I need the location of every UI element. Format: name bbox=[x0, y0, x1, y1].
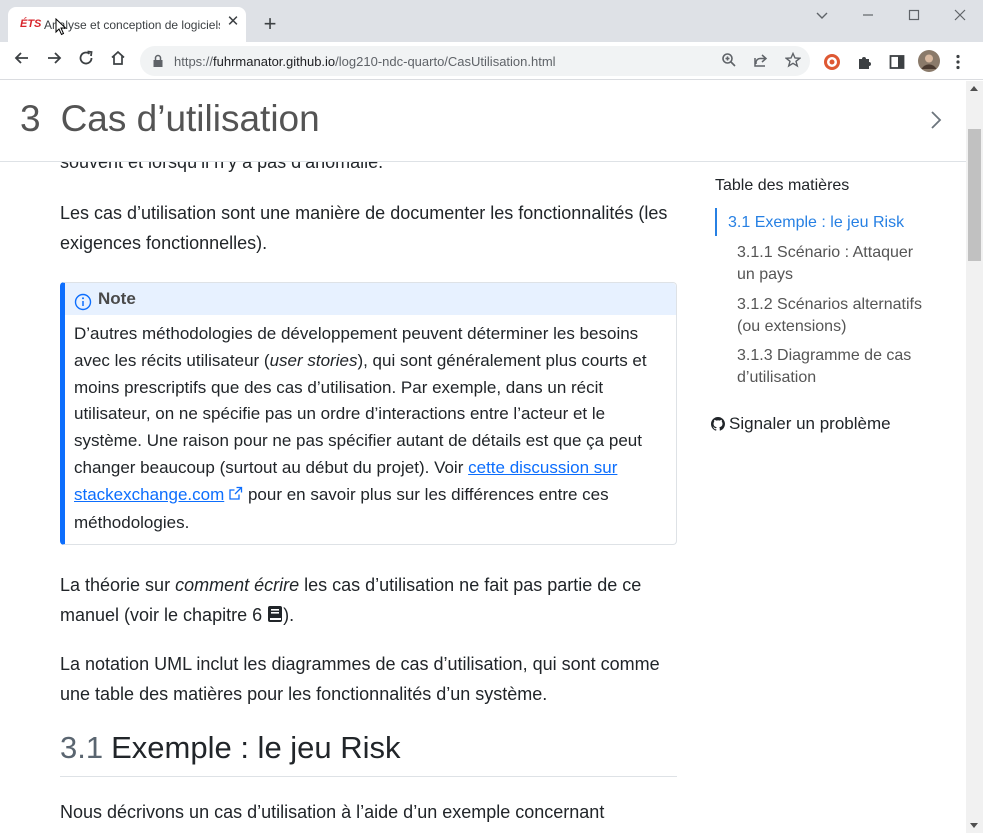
page-header: 3 Cas d’utilisation bbox=[0, 81, 966, 162]
paragraph-text: La théorie sur bbox=[60, 575, 176, 595]
mouse-cursor-icon bbox=[55, 17, 67, 41]
paragraph-example: Nous décrivons un cas d’utilisation à l’… bbox=[60, 802, 605, 822]
toc-item-3-1-3[interactable]: 3.1.3 Diagramme de cas d’utilisation bbox=[737, 345, 933, 389]
page-title: 3 Cas d’utilisation bbox=[20, 98, 320, 140]
callout-body: D’autres méthodologies de développement … bbox=[74, 321, 669, 536]
browser-toolbar: https://fuhrmanator.github.io/log210-ndc… bbox=[0, 42, 983, 80]
tab-favicon: ÉTS bbox=[20, 18, 42, 30]
profile-avatar[interactable] bbox=[918, 50, 940, 72]
back-button[interactable] bbox=[10, 49, 34, 73]
maximize-icon[interactable] bbox=[904, 8, 924, 24]
toc-item-3-1-2[interactable]: 3.1.2 Scénarios alternatifs (ou extensio… bbox=[737, 294, 933, 338]
chevron-right-icon[interactable] bbox=[926, 108, 946, 132]
section-heading: 3.1 Exemple : le jeu Risk bbox=[60, 728, 677, 777]
tab-close-icon[interactable]: ✕ bbox=[224, 13, 242, 31]
tab-search-icon[interactable] bbox=[812, 8, 832, 24]
page-viewport: 3 Cas d’utilisation souvent et lorsqu’il … bbox=[0, 81, 966, 833]
callout-title: Note bbox=[98, 289, 136, 308]
toc-item-3-1-1[interactable]: 3.1.1 Scénario : Attaquer un pays bbox=[737, 242, 933, 286]
home-button[interactable] bbox=[106, 49, 130, 73]
zoom-icon[interactable] bbox=[720, 52, 738, 70]
chapter-title: Cas d’utilisation bbox=[60, 98, 320, 139]
paragraph-emphasis: comment écrire bbox=[175, 575, 300, 595]
section-title: Exemple : le jeu Risk bbox=[111, 730, 401, 765]
toc-title: Table des matières bbox=[715, 177, 850, 194]
url-host: fuhrmanator.github.io bbox=[213, 54, 336, 69]
url-scheme: https:// bbox=[174, 54, 214, 69]
book-icon[interactable] bbox=[267, 602, 283, 632]
page-scrollbar[interactable] bbox=[966, 81, 983, 833]
browser-tab[interactable]: ÉTS Analyse et conception de logiciels ✕ bbox=[8, 7, 246, 42]
reload-button[interactable] bbox=[74, 49, 98, 73]
paragraph-text: ). bbox=[283, 605, 295, 625]
toc-active-indicator bbox=[715, 208, 717, 236]
paragraph-intro: Les cas d’utilisation sont une manière d… bbox=[60, 203, 668, 253]
note-emphasis: user stories bbox=[269, 350, 358, 370]
address-bar[interactable]: https://fuhrmanator.github.io/log210-ndc… bbox=[140, 46, 810, 76]
url-path: /log210-ndc-quarto/CasUtilisation.html bbox=[335, 54, 556, 69]
chapter-number: 3 bbox=[20, 98, 41, 139]
github-icon bbox=[711, 416, 725, 436]
paragraph-theory: La théorie sur comment écrire les cas d’… bbox=[60, 570, 678, 632]
section-number: 3.1 bbox=[60, 730, 104, 765]
close-window-icon[interactable] bbox=[950, 8, 970, 24]
toc-item-3-1[interactable]: 3.1 Exemple : le jeu Risk bbox=[728, 212, 933, 234]
scroll-down-arrow-icon[interactable] bbox=[970, 823, 978, 828]
paragraph-uml: La notation UML inclut les diagrammes de… bbox=[60, 654, 660, 704]
bookmark-star-icon[interactable] bbox=[784, 51, 802, 70]
duckduckgo-extension-icon[interactable] bbox=[823, 53, 841, 71]
browser-menu-icon[interactable] bbox=[955, 53, 973, 71]
share-icon[interactable] bbox=[752, 52, 770, 70]
extensions-puzzle-icon[interactable] bbox=[856, 53, 874, 71]
tab-strip: ÉTS Analyse et conception de logiciels ✕… bbox=[0, 0, 983, 42]
scroll-up-arrow-icon[interactable] bbox=[970, 86, 978, 91]
report-issue-label: Signaler un problème bbox=[729, 414, 891, 433]
minimize-icon[interactable] bbox=[858, 8, 878, 24]
scrollbar-thumb[interactable] bbox=[968, 129, 981, 261]
callout-header: Note bbox=[65, 283, 676, 315]
side-panel-icon[interactable] bbox=[888, 53, 906, 71]
report-issue-link[interactable]: Signaler un problème bbox=[711, 414, 891, 436]
info-icon bbox=[74, 290, 92, 320]
note-callout: Note D’autres méthodologies de développe… bbox=[60, 282, 677, 545]
lock-icon[interactable] bbox=[152, 54, 164, 73]
external-link-icon[interactable] bbox=[228, 483, 243, 510]
tab-title: Analyse et conception de logiciels bbox=[44, 18, 220, 32]
url-text[interactable]: https://fuhrmanator.github.io/log210-ndc… bbox=[174, 54, 556, 69]
new-tab-button[interactable]: + bbox=[258, 12, 282, 36]
forward-button[interactable] bbox=[42, 49, 66, 73]
